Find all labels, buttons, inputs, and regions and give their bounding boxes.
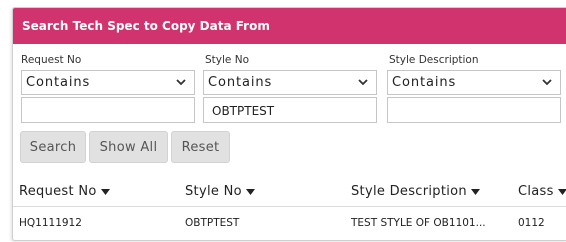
sort-caret-icon [100,188,110,195]
column-header-request-no[interactable]: Request No [19,184,110,199]
request-no-label: Request No [21,54,82,66]
cell-style-description: TEST STYLE OF OB1101... [351,217,486,229]
request-no-operator-select[interactable]: Contains [21,70,195,95]
request-no-input[interactable] [21,97,195,123]
column-header-style-description-label: Style Description [351,184,467,199]
sort-caret-icon [470,188,480,195]
reset-button[interactable]: Reset [171,131,230,163]
chevron-down-icon [176,79,186,86]
request-no-operator-value: Contains [26,75,91,90]
column-header-style-description[interactable]: Style Description [351,184,480,199]
style-description-label: Style Description [389,54,479,66]
chevron-down-icon [358,79,368,86]
show-all-button[interactable]: Show All [89,131,168,163]
dialog-header: Search Tech Spec to Copy Data From [13,8,566,44]
search-tech-spec-dialog: Search Tech Spec to Copy Data From Reque… [12,7,566,241]
column-header-style-no-label: Style No [185,184,242,199]
style-no-input[interactable]: OBTPTEST [203,97,377,123]
style-no-label: Style No [205,54,249,66]
style-no-input-value: OBTPTEST [212,104,275,118]
style-no-operator-select[interactable]: Contains [203,70,377,95]
column-header-class[interactable]: Class [518,184,566,199]
dialog-title: Search Tech Spec to Copy Data From [22,19,270,33]
table-header-divider [13,206,566,207]
style-no-operator-value: Contains [208,75,273,90]
column-header-style-no[interactable]: Style No [185,184,255,199]
cell-class: 0112 [518,217,545,229]
sort-caret-icon [245,188,255,195]
style-description-operator-value: Contains [392,75,457,90]
column-header-class-label: Class [518,184,554,199]
cell-request-no: HQ1111912 [19,217,82,229]
search-button[interactable]: Search [20,131,86,163]
chevron-down-icon [542,79,552,86]
sort-caret-icon [557,188,566,195]
style-description-input[interactable] [387,97,561,123]
style-description-operator-select[interactable]: Contains [387,70,561,95]
cell-style-no: OBTPTEST [185,217,240,229]
column-header-request-no-label: Request No [19,184,97,199]
